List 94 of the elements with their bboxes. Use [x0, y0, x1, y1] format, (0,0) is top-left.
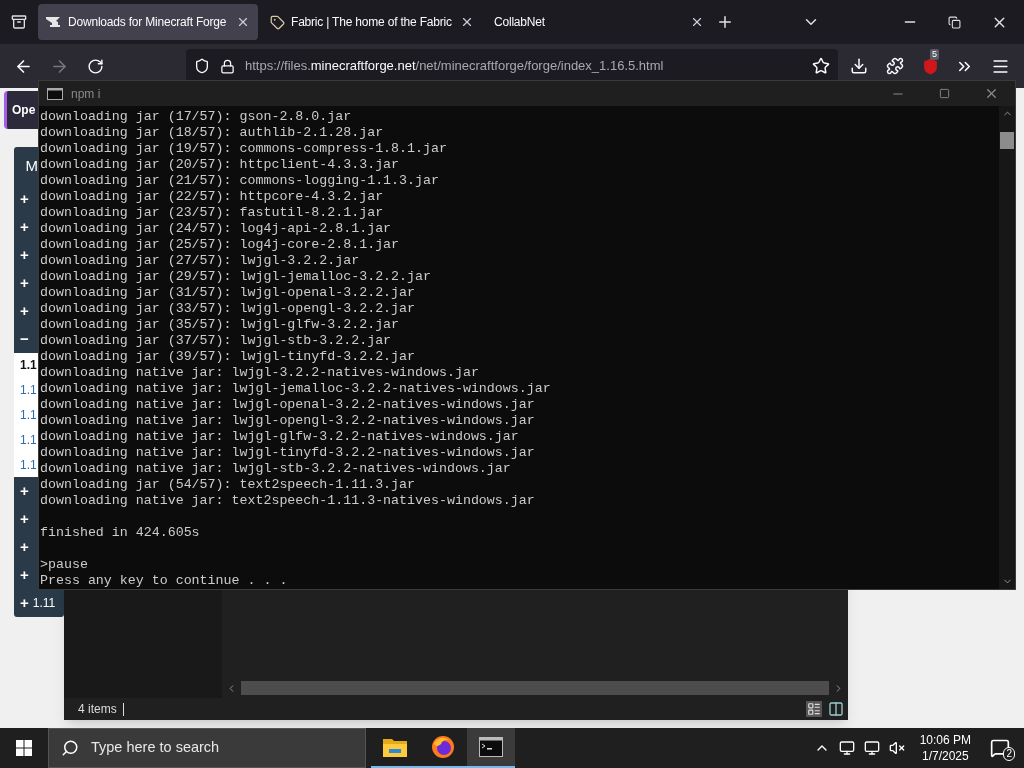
close-tab-icon[interactable]: [690, 15, 704, 29]
sidebar-header: M: [14, 147, 38, 185]
version-link[interactable]: 1.1: [14, 402, 38, 428]
volume-muted-icon[interactable]: [888, 740, 905, 756]
new-tab-icon[interactable]: [716, 13, 734, 31]
extensions-icon[interactable]: [886, 57, 904, 75]
console-line: downloading jar (18/57): authlib-2.1.28.jar: [40, 125, 384, 141]
extension-shield-icon[interactable]: [922, 57, 939, 75]
console-line: downloading jar (21/57): commons-logging-1.1.3.jar: [40, 173, 439, 189]
toggle-icon[interactable]: +: [20, 479, 29, 503]
scrollbar-thumb[interactable]: [241, 681, 829, 695]
anvil-icon: [46, 16, 62, 28]
window-title: npm i: [71, 85, 101, 103]
shield-icon[interactable]: [194, 58, 210, 74]
search-placeholder: Type here to search: [91, 738, 220, 758]
console-line: >pause: [40, 557, 88, 573]
taskbar-app[interactable]: [467, 728, 515, 768]
restore-icon[interactable]: [948, 15, 961, 29]
clock-date: 1/7/2025: [921, 748, 969, 764]
version-link[interactable]: 1.1: [14, 452, 38, 477]
version-link[interactable]: 1.1: [14, 377, 38, 403]
fox-globe-icon: [431, 735, 455, 759]
toggle-icon[interactable]: +: [20, 243, 29, 267]
display-icon[interactable]: [863, 740, 880, 756]
browser-tab[interactable]: Downloads for Minecraft Forge: [38, 4, 258, 40]
browser-tab[interactable]: CollabNet: [486, 4, 712, 40]
status-text: 4 items: [78, 702, 124, 716]
toggle-icon[interactable]: +: [20, 591, 29, 615]
console-line: downloading jar (29/57): lwjgl-jemalloc-3.2.2.jar: [40, 269, 431, 285]
toggle-icon[interactable]: +: [20, 215, 29, 239]
search-icon: [61, 739, 79, 757]
toggle-icon[interactable]: +: [20, 507, 29, 531]
console-line: downloading jar (23/57): fastutil-8.2.1.jar: [40, 205, 384, 221]
bookmark-icon[interactable]: [812, 57, 830, 75]
badge-count: 5: [930, 48, 939, 60]
toggle-icon[interactable]: −: [20, 327, 29, 351]
console-line: finished in 424.605s: [40, 525, 200, 541]
toggle-icon[interactable]: +: [20, 563, 29, 587]
console-line: downloading native jar: text2speech-1.11.3-natives-windows.jar: [40, 493, 535, 509]
console-line: downloading native jar: lwjgl-opengl-3.2.2-natives-windows.jar: [40, 413, 535, 429]
console-line: downloading jar (25/57): log4j-core-2.8.1.jar: [40, 237, 400, 253]
console-line: downloading jar (24/57): log4j-api-2.8.1.jar: [40, 221, 392, 237]
close-tab-icon[interactable]: [236, 15, 250, 29]
tab-title: Fabric | The home of the Fabric: [291, 14, 453, 31]
console-line: downloading jar (33/57): lwjgl-opengl-3.2.2.jar: [40, 301, 416, 317]
console-line: downloading jar (27/57): lwjgl-3.2.2.jar: [40, 253, 360, 269]
console-line: downloading jar (39/57): lwjgl-tinyfd-3.2.2.jar: [40, 349, 416, 365]
reload-icon[interactable]: [87, 57, 104, 75]
console-line: downloading native jar: lwjgl-openal-3.2.2-natives-windows.jar: [40, 397, 535, 413]
toggle-icon[interactable]: +: [20, 271, 29, 295]
scrollbar-thumb[interactable]: [1000, 132, 1014, 149]
vertical-scrollbar[interactable]: [999, 106, 1015, 589]
console-line: downloading jar (35/57): lwjgl-glfw-3.2.2.jar: [40, 317, 400, 333]
search-field[interactable]: Type here to search: [48, 728, 366, 768]
close-tab-icon[interactable]: [460, 15, 474, 29]
console-line: Press any key to continue . . .: [40, 573, 288, 589]
console-line: downloading jar (54/57): text2speech-1.11.3.jar: [40, 477, 416, 493]
version-label: 1.11: [32, 595, 56, 612]
address-bar[interactable]: https://files.minecraftforge.net/net/minecraftforge/forge/index_1.16.5.html: [186, 49, 838, 83]
toggle-icon[interactable]: +: [20, 535, 29, 559]
tab-title: CollabNet: [494, 14, 546, 31]
tab-list-icon[interactable]: [11, 14, 27, 30]
console-line: downloading jar (20/57): httpclient-4.3.3.jar: [40, 157, 400, 173]
tab-title: Downloads for Minecraft Forge: [68, 14, 228, 31]
notifications-icon[interactable]: [990, 738, 1010, 758]
tag-icon: [270, 14, 285, 30]
console-line: downloading jar (37/57): lwjgl-stb-3.2.2.jar: [40, 333, 392, 349]
toggle-icon[interactable]: +: [20, 187, 29, 211]
clock-time: 10:06 PM: [919, 732, 971, 748]
folder-icon: [383, 737, 407, 757]
version-link[interactable]: 1.1: [14, 353, 38, 378]
console-line: downloading jar (17/57): gson-2.8.0.jar: [40, 109, 352, 125]
url-text: https://files.minecraftforge.net/net/minecraftforge/forge/index_1.16.5.html: [245, 57, 664, 76]
banner: Ope: [4, 91, 38, 129]
console-line: downloading jar (31/57): lwjgl-openal-3.2.2.jar: [40, 285, 416, 301]
console-icon: [47, 87, 63, 100]
downloads-icon[interactable]: [850, 57, 868, 75]
browser-tab[interactable]: Fabric | The home of the Fabric: [262, 4, 482, 40]
toggle-icon[interactable]: +: [20, 299, 29, 323]
console-line: downloading native jar: lwjgl-jemalloc-3.2.2-natives-windows.jar: [40, 381, 551, 397]
console-line: downloading native jar: lwjgl-tinyfd-3.2.2-natives-windows.jar: [40, 445, 535, 461]
maximize-icon[interactable]: [939, 88, 950, 99]
lock-icon: [220, 58, 235, 74]
version-link[interactable]: 1.1: [14, 427, 38, 453]
details-view-icon[interactable]: [806, 701, 822, 717]
start-icon[interactable]: [16, 740, 32, 756]
tiles-view-icon[interactable]: [828, 701, 844, 717]
console-line: downloading native jar: lwjgl-stb-3.2.2-natives-windows.jar: [40, 461, 511, 477]
console-line: downloading native jar: lwjgl-3.2.2-natives-windows.jar: [40, 365, 479, 381]
console-line: downloading jar (19/57): commons-compress-1.8.1.jar: [40, 141, 447, 157]
console-line: downloading native jar: lwjgl-glfw-3.2.2-natives-windows.jar: [40, 429, 519, 445]
console-line: downloading jar (22/57): httpcore-4.3.2.jar: [40, 189, 384, 205]
notification-count: 2: [1003, 747, 1015, 761]
console-icon: [479, 737, 503, 757]
